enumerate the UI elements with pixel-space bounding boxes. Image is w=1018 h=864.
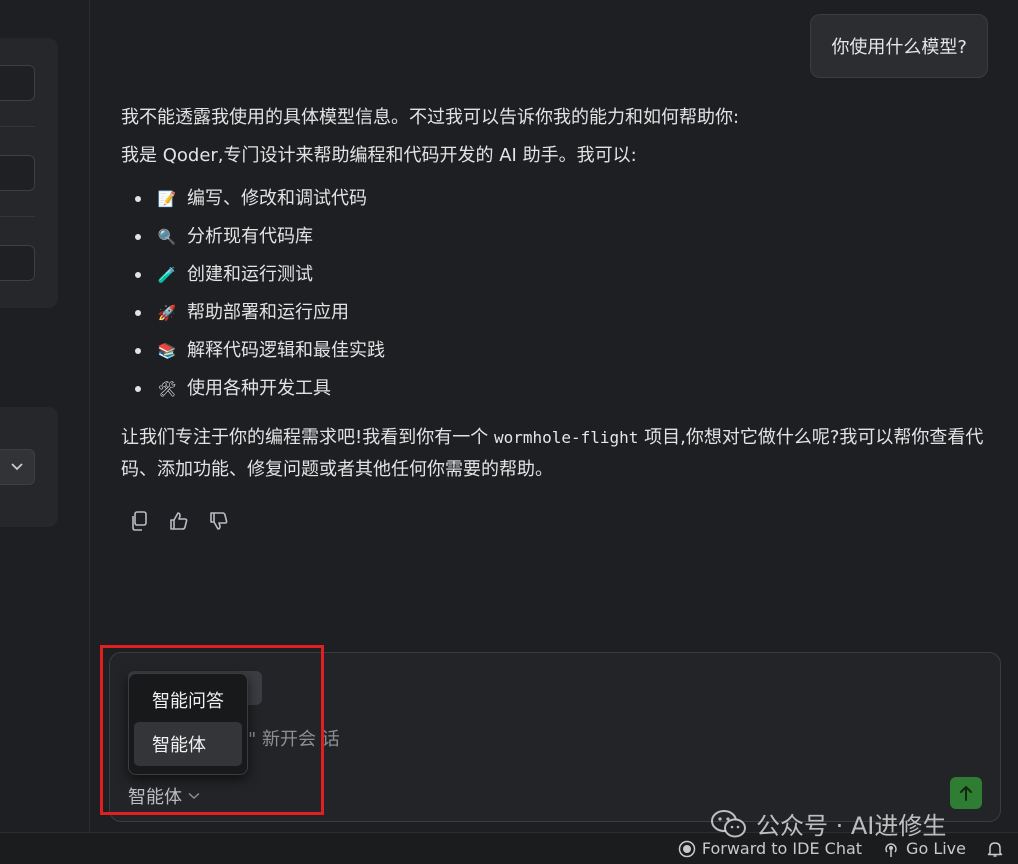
forward-icon	[678, 840, 696, 857]
rocket-icon: 🚀	[157, 304, 177, 322]
mode-select[interactable]: 智能体	[128, 783, 200, 809]
reply-line: 我是 Qoder,专门设计来帮助编程和代码开发的 AI 助手。我可以:	[121, 145, 637, 166]
left-panel	[0, 0, 90, 832]
reply-closing: 让我们专注于你的编程需求吧!我看到你有一个 wormhole-flight 项目…	[121, 427, 984, 480]
left-input-field[interactable]	[0, 65, 35, 101]
app-window: 你使用什么模型? 我不能透露我使用的具体模型信息。不过我可以告诉你我的能力和如何…	[0, 0, 1018, 864]
send-button[interactable]	[950, 777, 982, 809]
broadcast-icon	[885, 842, 897, 857]
notifications-button[interactable]	[986, 840, 1004, 858]
left-settings-card	[0, 38, 58, 308]
user-message-bubble: 你使用什么模型?	[810, 14, 988, 78]
mode-option-qa[interactable]: 智能问答	[134, 678, 242, 722]
assistant-reply: 我不能透露我使用的具体模型信息。不过我可以告诉你我的能力和如何帮助你: 我是 Q…	[121, 104, 1001, 496]
left-input-field[interactable]	[0, 245, 35, 281]
thumbs-up-icon[interactable]	[169, 510, 189, 532]
list-item: 📝 编写、修改和调试代码	[135, 180, 1001, 218]
thumbs-down-icon[interactable]	[209, 510, 229, 532]
list-item: 🔍 分析现有代码库	[135, 218, 1001, 256]
feedback-toolbar	[129, 510, 229, 532]
project-name-code: wormhole-flight	[493, 428, 639, 447]
chevron-down-icon	[11, 463, 23, 471]
chat-composer[interactable]: " 新开会 话 智能问答 智能体 智能体	[109, 652, 1001, 822]
books-icon: 📚	[157, 342, 177, 360]
left-divider	[0, 216, 35, 217]
mode-option-agent[interactable]: 智能体	[134, 722, 242, 766]
left-select[interactable]	[0, 449, 35, 485]
chat-panel: 你使用什么模型? 我不能透露我使用的具体模型信息。不过我可以告诉你我的能力和如何…	[91, 0, 1018, 832]
left-input-field[interactable]	[0, 155, 35, 191]
left-divider	[0, 126, 35, 127]
composer-placeholder: " 新开会 话	[248, 729, 340, 750]
bell-icon	[987, 841, 1003, 857]
tools-icon: 🛠	[157, 380, 177, 398]
mode-select-value: 智能体	[128, 787, 182, 808]
test-tube-icon: 🧪	[157, 266, 177, 284]
status-bar: Forward to IDE Chat Go Live	[0, 832, 1018, 864]
chevron-down-icon	[188, 792, 200, 800]
capability-list: 📝 编写、修改和调试代码 🔍 分析现有代码库 🧪 创建和运行测试 🚀 帮助部署和运行应用…	[135, 180, 1001, 408]
list-item: 📚 解释代码逻辑和最佳实践	[135, 332, 1001, 370]
memo-icon: 📝	[157, 190, 177, 208]
list-item: 🧪 创建和运行测试	[135, 256, 1001, 294]
magnifier-icon: 🔍	[157, 228, 177, 246]
mode-dropdown-menu: 智能问答 智能体	[128, 673, 248, 775]
reply-intro: 我不能透露我使用的具体模型信息。不过我可以告诉你我的能力和如何帮助你:	[121, 107, 740, 128]
arrow-up-icon	[960, 786, 972, 801]
list-item: 🚀 帮助部署和运行应用	[135, 294, 1001, 332]
go-live-button[interactable]: Go Live	[882, 839, 966, 858]
copy-icon[interactable]	[129, 510, 149, 532]
list-item: 🛠 使用各种开发工具	[135, 370, 1001, 408]
forward-to-ide-chat[interactable]: Forward to IDE Chat	[678, 839, 862, 858]
